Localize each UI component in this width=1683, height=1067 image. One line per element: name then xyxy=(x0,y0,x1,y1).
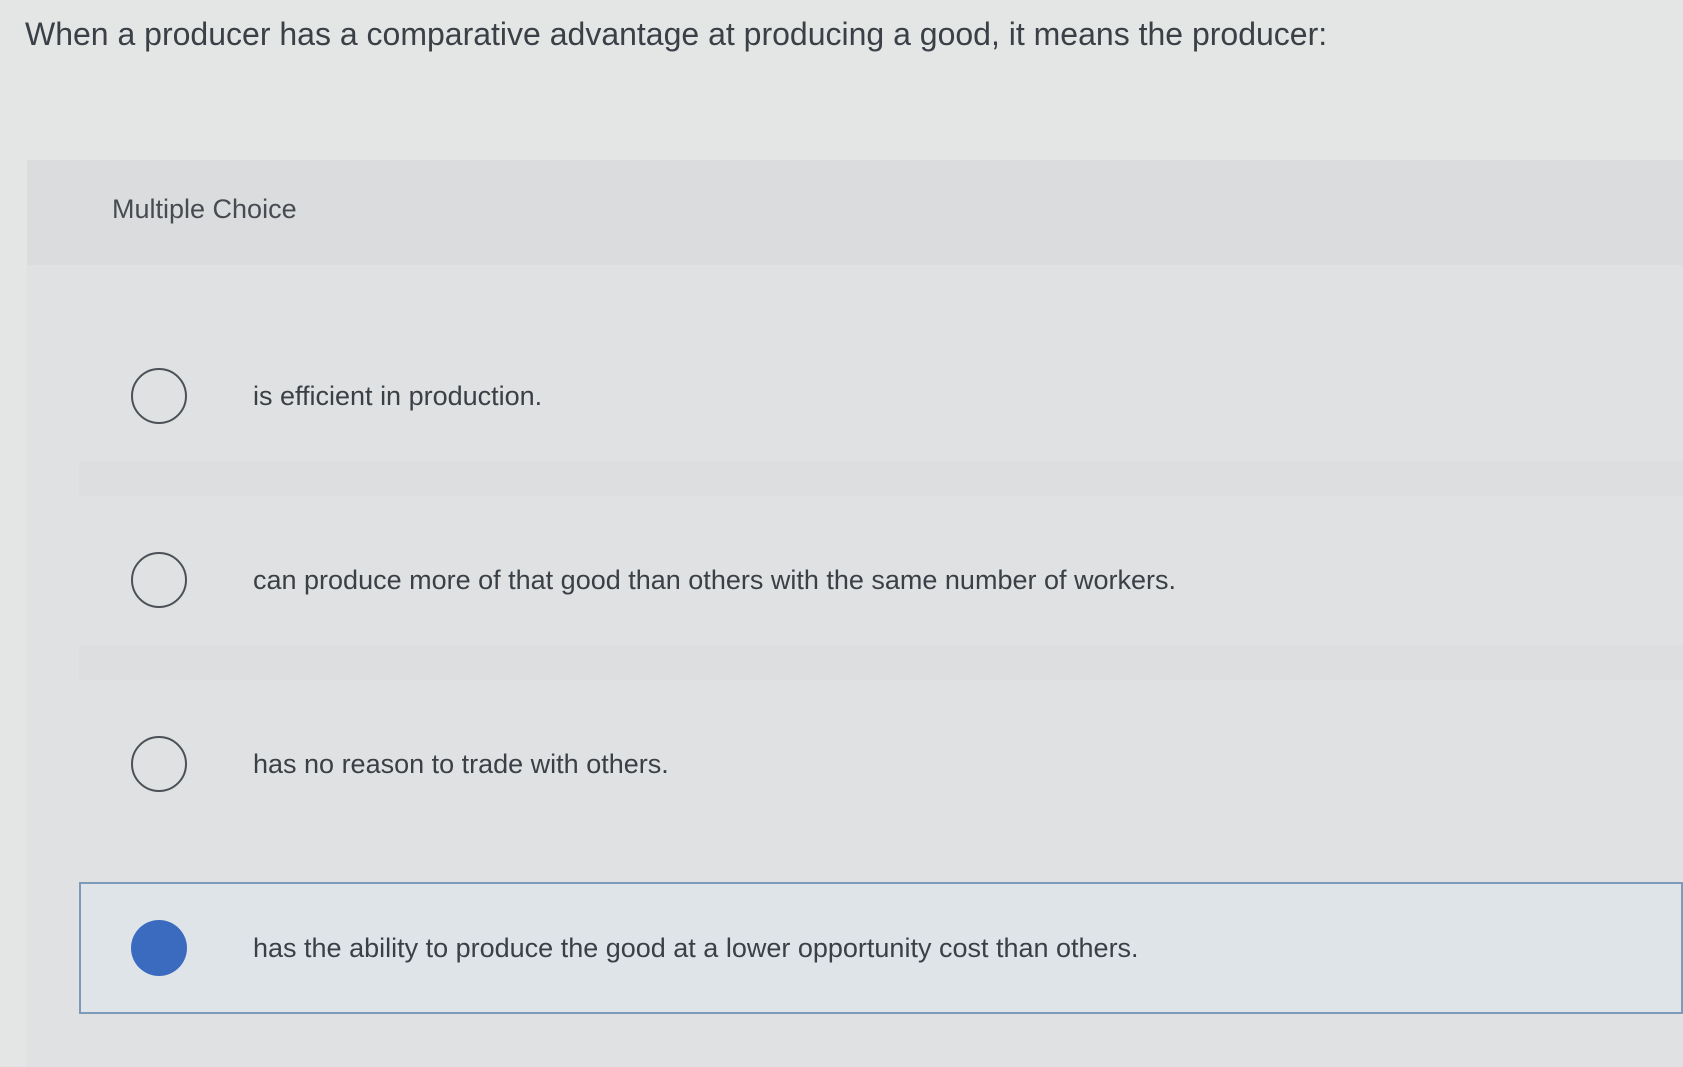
radio-button-selected-icon[interactable] xyxy=(131,920,187,976)
answer-option-label: can produce more of that good than other… xyxy=(253,565,1176,595)
multiple-choice-label: Multiple Choice xyxy=(112,194,297,224)
answer-option-2[interactable]: can produce more of that good than other… xyxy=(79,514,1683,646)
answer-option-label: has no reason to trade with others. xyxy=(253,749,669,779)
radio-button-icon[interactable] xyxy=(131,368,187,424)
question-text: When a producer has a comparative advant… xyxy=(25,16,1328,52)
answer-option-label: is efficient in production. xyxy=(253,381,543,411)
answer-option-label: has the ability to produce the good at a… xyxy=(253,933,1139,963)
radio-button-icon[interactable] xyxy=(131,736,187,792)
answer-option-4[interactable]: has the ability to produce the good at a… xyxy=(79,882,1683,1014)
panel-header: Multiple Choice xyxy=(27,160,1683,265)
divider xyxy=(79,646,1683,680)
radio-button-icon[interactable] xyxy=(131,552,187,608)
divider xyxy=(79,462,1683,496)
answer-option-1[interactable]: is efficient in production. xyxy=(79,330,1683,462)
answer-option-3[interactable]: has no reason to trade with others. xyxy=(79,698,1683,830)
multiple-choice-panel: Multiple Choice is efficient in producti… xyxy=(27,160,1683,1067)
